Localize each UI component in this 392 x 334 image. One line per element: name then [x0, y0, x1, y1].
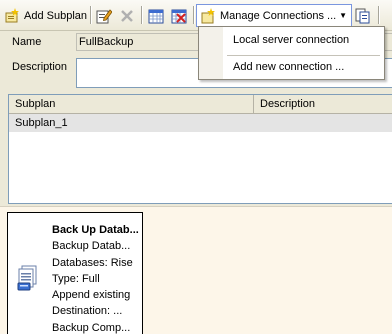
task-detail-line: Destination: ...: [52, 305, 123, 318]
toolbar-separator: [141, 6, 143, 24]
subplan-properties-button[interactable]: [96, 5, 113, 27]
subplan-cell: Subplan_1: [15, 117, 68, 129]
report-icon: [355, 8, 371, 24]
add-subplan-button[interactable]: Add Subplan: [4, 5, 87, 27]
name-label: Name: [12, 36, 42, 48]
menu-gutter: [199, 27, 223, 79]
remove-schedule-icon: [171, 8, 187, 24]
subplan-schedule-button[interactable]: [148, 5, 164, 27]
backup-task-icon: [16, 265, 40, 291]
manage-connections-label: Manage Connections ...: [220, 9, 337, 22]
backup-task-box[interactable]: Back Up Datab... Backup Datab... Databas…: [7, 212, 143, 334]
menu-item-add-new-connection[interactable]: Add new connection ...: [233, 61, 344, 73]
description-label: Description: [12, 61, 68, 73]
schedule-icon: [148, 8, 164, 24]
reporting-button[interactable]: [355, 5, 371, 27]
chevron-down-icon: ▼: [339, 11, 347, 20]
task-description: Back Up Datab... Backup Datab... Databas…: [52, 222, 139, 334]
add-subplan-icon: [4, 8, 20, 24]
subplan-grid: Subplan Description Subplan_1: [8, 94, 392, 204]
table-row[interactable]: Subplan_1: [9, 114, 392, 132]
properties-icon: [96, 8, 113, 24]
grid-header: Subplan Description: [9, 95, 392, 114]
description-cell: [254, 114, 260, 132]
task-detail-line: Backup Datab...: [52, 240, 131, 253]
delete-icon: [119, 8, 135, 24]
task-detail-line: Type: Full: [52, 272, 100, 285]
menu-separator: [227, 55, 380, 56]
toolbar-separator: [193, 6, 195, 24]
maintenance-plan-designer: Add Subplan Manage Connections ... ▼ Nam…: [0, 0, 392, 334]
manage-connections-menu: Local server connection Add new connecti…: [198, 26, 385, 80]
menu-item-local-server-connection[interactable]: Local server connection: [233, 34, 349, 46]
task-title: Back Up Datab...: [52, 224, 139, 236]
manage-connections-icon: [200, 7, 216, 24]
manage-connections-button[interactable]: Manage Connections ... ▼: [196, 4, 352, 27]
toolbar-separator: [90, 6, 92, 24]
column-header-description[interactable]: Description: [254, 95, 392, 113]
task-detail-line: Append existing: [52, 289, 131, 302]
task-detail-line: Backup Comp...: [52, 321, 131, 334]
delete-subplan-button[interactable]: [119, 5, 135, 27]
toolbar-separator: [378, 6, 380, 24]
column-header-subplan[interactable]: Subplan: [9, 95, 254, 113]
add-subplan-label: Add Subplan: [24, 10, 87, 22]
task-detail-line: Databases: Rise: [52, 256, 133, 269]
remove-schedule-button[interactable]: [171, 5, 187, 27]
